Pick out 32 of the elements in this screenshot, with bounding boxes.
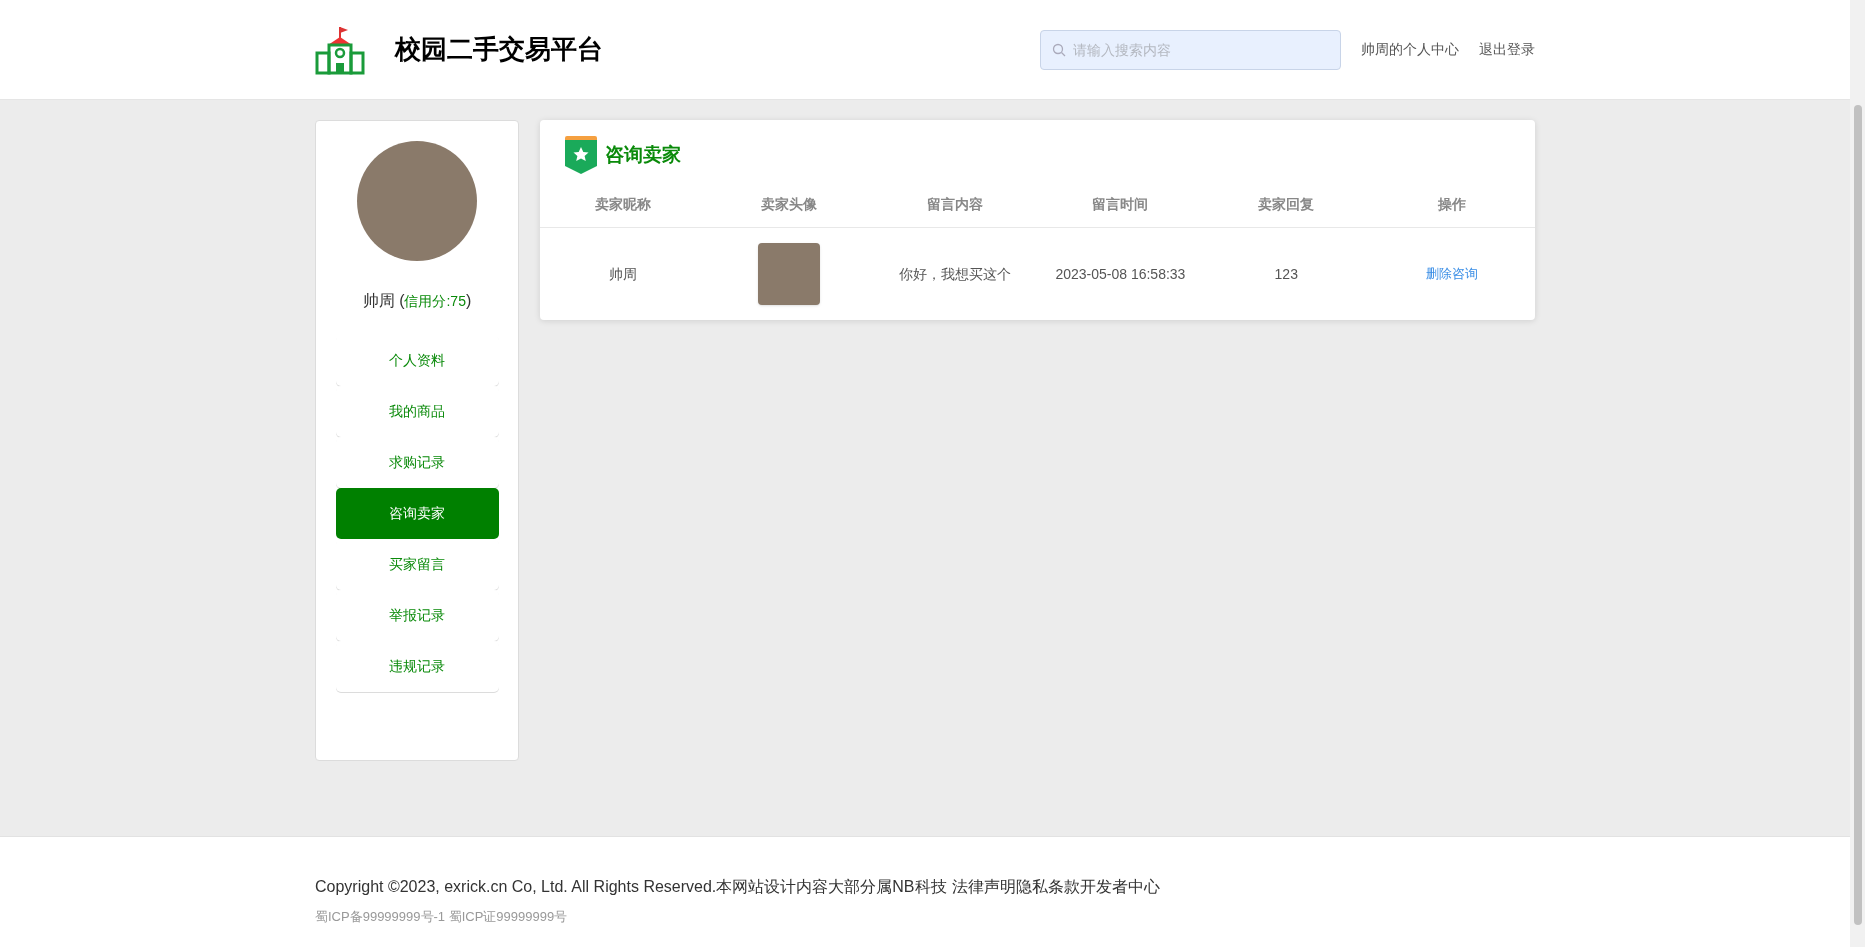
- site-title: 校园二手交易平台: [395, 33, 603, 66]
- sidebar-item[interactable]: 我的商品: [335, 386, 499, 437]
- column-header: 留言内容: [926, 195, 983, 214]
- scrollbar[interactable]: [1850, 0, 1865, 947]
- nav-link[interactable]: 退出登录: [1479, 39, 1535, 60]
- column-header: 留言时间: [1092, 195, 1149, 214]
- search-field[interactable]: 请输入搜索内容: [1040, 29, 1341, 70]
- table-cell-text: 你好，我想买这个: [898, 264, 1011, 284]
- footer-link[interactable]: 隐私条款: [1015, 875, 1080, 899]
- sidebar-item[interactable]: 求购记录: [335, 437, 499, 488]
- sidebar-item[interactable]: 举报记录: [335, 590, 499, 641]
- column-header: 卖家回复: [1258, 195, 1315, 214]
- nav-link[interactable]: 帅周的个人中心: [1361, 39, 1459, 60]
- column-header: 操作: [1438, 195, 1467, 214]
- delete-link[interactable]: 删除咨询: [1426, 264, 1479, 284]
- sidebar-item[interactable]: 咨询卖家: [335, 488, 499, 539]
- star-badge-icon: [565, 136, 597, 174]
- footer-link[interactable]: 法律声明: [951, 875, 1016, 899]
- icp-text: 蜀ICP备99999999号-1 蜀ICP证99999999号: [315, 908, 568, 926]
- column-header: 卖家头像: [760, 195, 817, 214]
- column-header: 卖家昵称: [594, 195, 651, 214]
- table-cell-text: 123: [1274, 264, 1298, 284]
- table-cell-text: 2023-05-08 16:58:33: [1055, 264, 1186, 284]
- sidebar-item[interactable]: 违规记录: [335, 641, 499, 692]
- table-cell-text: 帅周: [608, 264, 637, 284]
- search-icon: [1052, 42, 1066, 57]
- avatar-placeholder: [757, 243, 820, 305]
- school-icon: [315, 24, 365, 75]
- panel-title: 咨询卖家: [605, 142, 681, 167]
- footer-link[interactable]: 开发者中心: [1079, 875, 1160, 899]
- copyright-text: Copyright ©2023, exrick.cn Co, Ltd. All Rights Reserved.本网站设计内容大部分属NB科技: [315, 877, 947, 897]
- user-name: 帅周 (信用分:75): [362, 291, 472, 311]
